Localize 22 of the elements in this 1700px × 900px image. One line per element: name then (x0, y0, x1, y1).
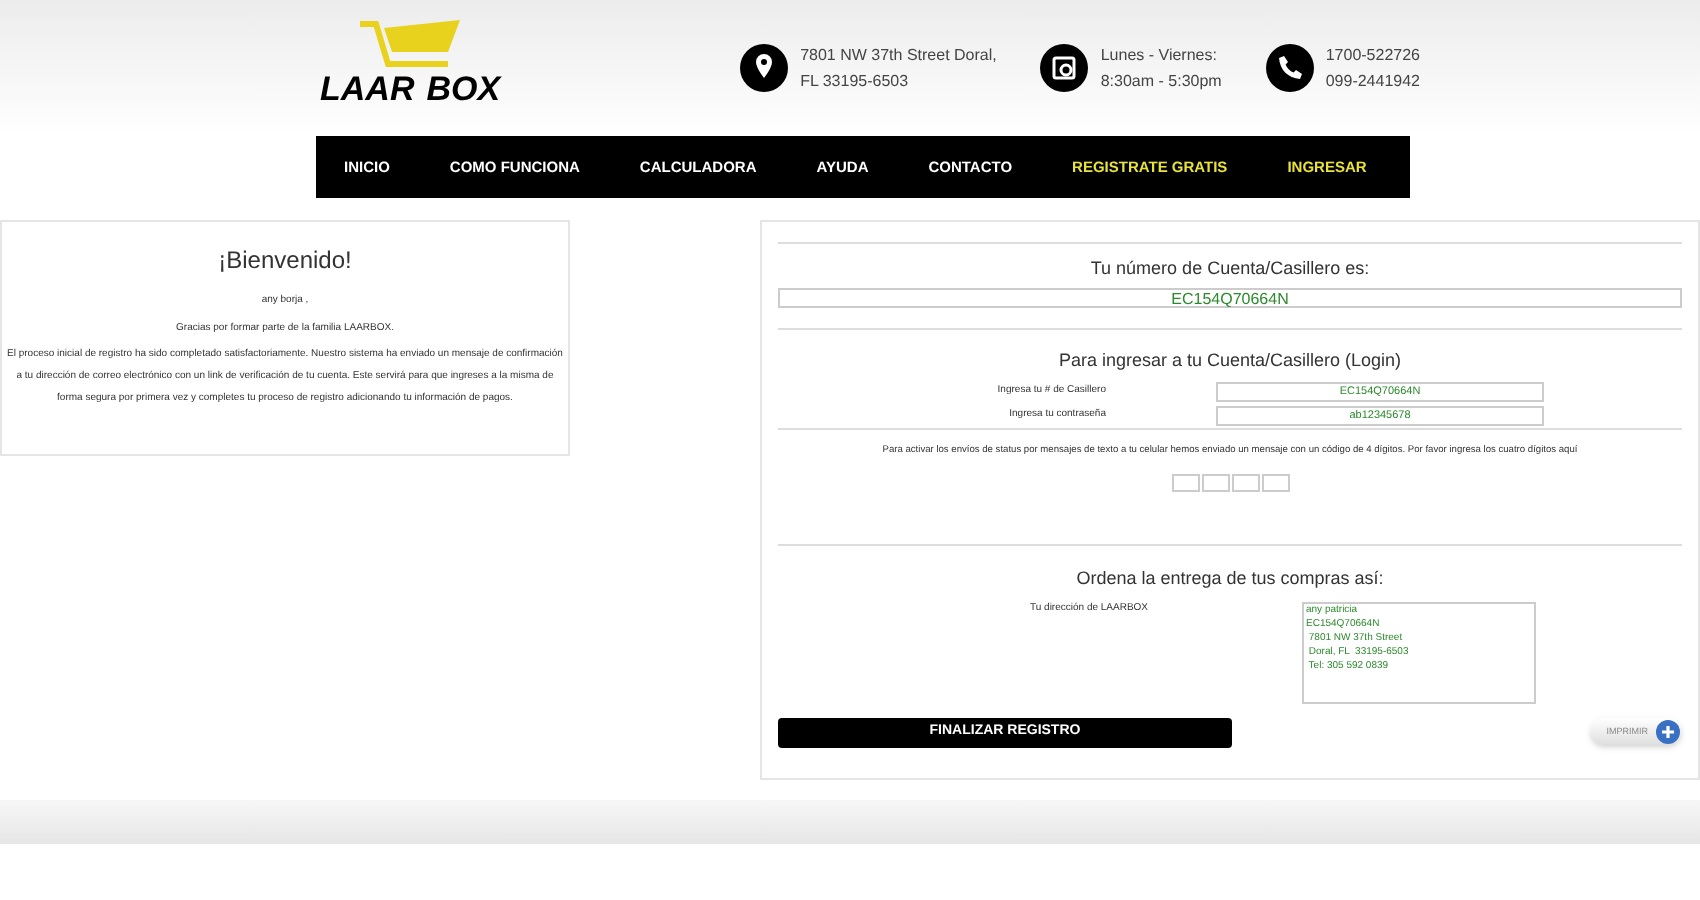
contact-text: FL 33195-6503 (800, 70, 911, 94)
logo[interactable]: LAAR BOX (320, 12, 504, 124)
account-number-field: EC154Q70664N (778, 287, 1682, 307)
section-title: Tu número de Cuenta/Casillero es: (1090, 256, 1370, 282)
section-title: Ordena la entrega de tus compras así: (1076, 566, 1384, 593)
contact-text: 1700-522726 (1325, 44, 1420, 68)
digit-input[interactable] (1201, 474, 1229, 493)
section-title: Para ingresar a tu Cuenta/Casillero (Login) (1058, 347, 1402, 374)
logo-text: BOX (426, 72, 501, 106)
welcome-title: ¡Bienvenido! (218, 244, 352, 278)
location-pin-icon (740, 44, 789, 92)
digit-input[interactable] (1231, 474, 1259, 493)
contact-text: 099-2441942 (1325, 70, 1420, 94)
calendar-clock-icon (1040, 44, 1089, 92)
digit-input[interactable] (1261, 474, 1289, 493)
contact-text: 8:30am - 5:30pm (1100, 70, 1222, 94)
contact-text: Lunes - Viernes: (1100, 44, 1219, 68)
logo-text: LAAR (320, 72, 415, 106)
plus-icon (1656, 720, 1680, 745)
contact-text: 7801 NW 37th Street Doral, (800, 44, 997, 68)
phone-icon (1265, 44, 1314, 92)
digit-input[interactable] (1171, 474, 1199, 493)
